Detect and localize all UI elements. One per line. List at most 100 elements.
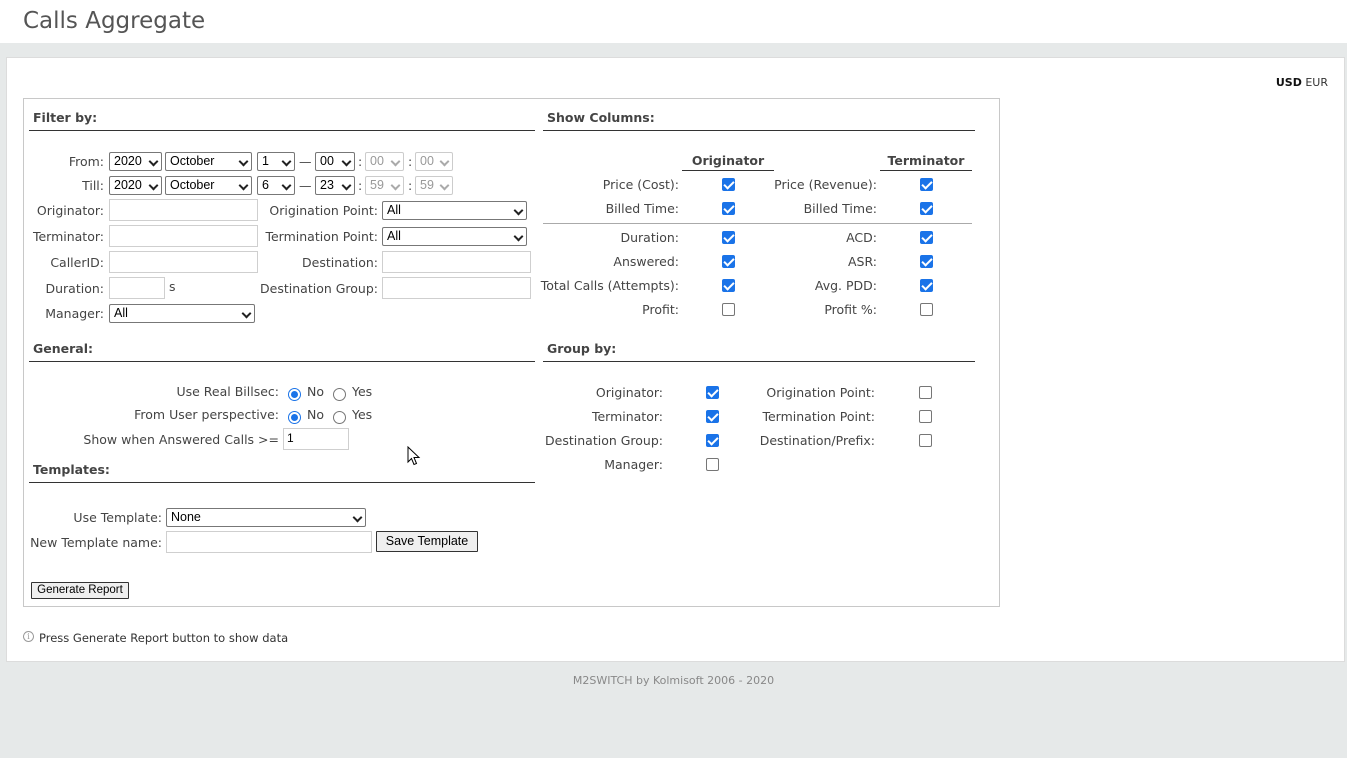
user-perspective-yes-label: Yes xyxy=(352,407,373,422)
till-colon-1: : xyxy=(358,178,363,193)
orig-point-label: Origination Point: xyxy=(269,203,378,218)
group-orig-point-checkbox[interactable] xyxy=(919,386,932,399)
real-billsec-yes-label: Yes xyxy=(352,384,373,399)
from-day-select[interactable]: 1 xyxy=(257,152,295,171)
till-hour-select[interactable]: 23 xyxy=(315,176,355,195)
group-by-title: Group by: xyxy=(547,341,617,356)
avg-pdd-checkbox[interactable] xyxy=(920,279,933,292)
user-perspective-label: From User perspective: xyxy=(134,407,279,422)
acd-checkbox[interactable] xyxy=(920,231,933,244)
billed-time-term-checkbox[interactable] xyxy=(920,202,933,215)
term-point-select[interactable]: All xyxy=(382,227,527,246)
asr-checkbox[interactable] xyxy=(920,255,933,268)
till-month-select[interactable]: October xyxy=(165,176,252,195)
total-calls-label: Total Calls (Attempts): xyxy=(540,278,679,293)
terminator-head-underline xyxy=(880,170,972,171)
originator-label: Originator: xyxy=(36,203,104,218)
generate-report-button[interactable]: Generate Report xyxy=(31,582,129,599)
manager-label: Manager: xyxy=(45,306,104,321)
till-day-select[interactable]: 6 xyxy=(257,176,295,195)
avg-pdd-label: Avg. PDD: xyxy=(814,278,877,293)
price-revenue-checkbox[interactable] xyxy=(920,178,933,191)
profit-pct-label: Profit %: xyxy=(824,302,877,317)
user-perspective-no-radio[interactable] xyxy=(288,411,301,424)
new-template-input[interactable] xyxy=(166,531,372,553)
use-template-select[interactable]: None xyxy=(166,508,366,527)
originator-input[interactable] xyxy=(109,199,258,221)
from-month-select[interactable]: October xyxy=(165,152,252,171)
group-by-divider xyxy=(543,361,975,362)
general-divider xyxy=(29,361,535,362)
save-template-button[interactable]: Save Template xyxy=(376,531,478,552)
originator-head-underline xyxy=(682,170,774,171)
price-revenue-label: Price (Revenue): xyxy=(774,177,877,192)
group-dest-group-checkbox[interactable] xyxy=(706,434,719,447)
billed-time-term-label: Billed Time: xyxy=(803,201,877,216)
info-icon: i xyxy=(23,631,34,642)
group-terminator-label: Terminator: xyxy=(591,409,663,424)
callerid-label: CallerID: xyxy=(50,255,104,270)
use-template-label: Use Template: xyxy=(73,510,162,525)
originator-column-head: Originator xyxy=(691,153,765,168)
acd-label: ACD: xyxy=(846,230,877,245)
filter-section-title: Filter by: xyxy=(33,110,98,125)
real-billsec-yes-radio[interactable] xyxy=(333,388,346,401)
duration-label: Duration: xyxy=(45,281,104,296)
duration-col-label: Duration: xyxy=(620,230,679,245)
currency-eur[interactable]: EUR xyxy=(1305,76,1328,89)
templates-divider xyxy=(29,482,535,483)
user-perspective-no-label: No xyxy=(307,407,324,422)
terminator-input[interactable] xyxy=(109,225,258,247)
real-billsec-no-radio[interactable] xyxy=(288,388,301,401)
from-hour-select[interactable]: 00 xyxy=(315,152,355,171)
footer: M2SWITCH by Kolmisoft 2006 - 2020 xyxy=(572,674,775,687)
group-term-point-checkbox[interactable] xyxy=(919,410,932,423)
manager-select[interactable]: All xyxy=(109,304,255,323)
duration-input[interactable] xyxy=(109,277,165,299)
user-perspective-yes-radio[interactable] xyxy=(333,411,346,424)
till-label: Till: xyxy=(82,178,104,193)
info-message: i Press Generate Report button to show da… xyxy=(23,631,288,645)
from-minute-select: 00 xyxy=(365,152,404,171)
show-columns-divider xyxy=(543,130,975,131)
currency-usd[interactable]: USD xyxy=(1276,76,1302,89)
billed-time-orig-label: Billed Time: xyxy=(605,201,679,216)
terminator-column-head: Terminator xyxy=(887,153,965,168)
group-terminator-checkbox[interactable] xyxy=(706,410,719,423)
callerid-input[interactable] xyxy=(109,251,258,273)
dest-group-label: Destination Group: xyxy=(260,281,378,296)
from-colon-1: : xyxy=(358,154,363,169)
till-second-select: 59 xyxy=(415,176,453,195)
currency-switcher: USD EUR xyxy=(1276,76,1328,89)
show-columns-title: Show Columns: xyxy=(547,110,655,125)
from-second-select: 00 xyxy=(415,152,453,171)
price-cost-label: Price (Cost): xyxy=(602,177,679,192)
real-billsec-no-label: No xyxy=(307,384,324,399)
till-year-select[interactable]: 2020 xyxy=(109,176,162,195)
group-manager-checkbox[interactable] xyxy=(706,458,719,471)
dest-group-input[interactable] xyxy=(382,277,531,299)
duration-unit: s xyxy=(169,279,176,294)
from-year-select[interactable]: 2020 xyxy=(109,152,162,171)
from-dash: — xyxy=(299,154,312,169)
group-dest-group-label: Destination Group: xyxy=(545,433,663,448)
main-content: USD EUR Filter by: From: 2020 October 1 … xyxy=(6,57,1345,662)
answered-calls-label: Show when Answered Calls >= xyxy=(83,432,279,447)
templates-section-title: Templates: xyxy=(33,462,110,477)
answered-calls-input[interactable]: 1 xyxy=(283,428,349,450)
profit-pct-checkbox[interactable] xyxy=(920,303,933,316)
report-form: Filter by: From: 2020 October 1 — 00 : 0… xyxy=(23,98,1000,607)
group-dest-prefix-checkbox[interactable] xyxy=(919,434,932,447)
filter-divider xyxy=(29,130,535,131)
group-manager-label: Manager: xyxy=(604,457,663,472)
profit-label: Profit: xyxy=(642,302,679,317)
asr-label: ASR: xyxy=(848,254,877,269)
destination-input[interactable] xyxy=(382,251,531,273)
orig-point-select[interactable]: All xyxy=(382,201,527,220)
info-text: Press Generate Report button to show dat… xyxy=(39,631,289,645)
new-template-label: New Template name: xyxy=(30,535,162,550)
group-originator-checkbox[interactable] xyxy=(706,386,719,399)
group-originator-label: Originator: xyxy=(595,385,663,400)
answered-col-label: Answered: xyxy=(613,254,679,269)
till-dash: — xyxy=(299,178,312,193)
